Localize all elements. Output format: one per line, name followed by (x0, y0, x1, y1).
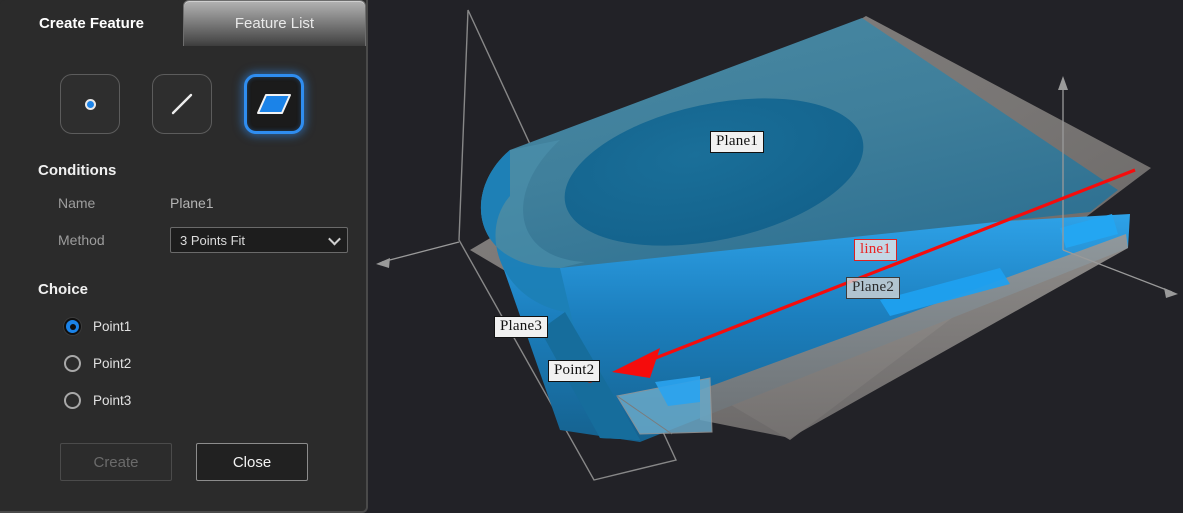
panel-body: Conditions Name Plane1 Method 3 Points F… (0, 46, 366, 481)
tab-create-feature[interactable]: Create Feature (0, 0, 183, 46)
feature-type-point-button[interactable] (60, 74, 120, 134)
panel-tabs: Create Feature Feature List (0, 0, 366, 46)
method-label: Method (58, 232, 105, 248)
tab-feature-list-label: Feature List (234, 15, 315, 32)
feature-type-selector (0, 46, 366, 134)
radio-icon-point1 (64, 318, 81, 335)
choice-option-point3[interactable]: Point3 (0, 392, 366, 409)
tab-create-feature-label: Create Feature (38, 14, 145, 32)
scene-label-point2[interactable]: Point2 (548, 360, 601, 382)
line-icon (171, 93, 193, 115)
application-root: Plane1 line1 Plane2 Plane3 Point2 Create… (0, 0, 1183, 513)
choice-option-point2-label: Point2 (93, 356, 132, 371)
scene-label-plane2[interactable]: Plane2 (846, 277, 901, 299)
point-icon (84, 98, 96, 110)
choice-option-point2[interactable]: Point2 (0, 355, 366, 372)
feature-type-plane-button[interactable] (244, 74, 304, 134)
name-value: Plane1 (170, 195, 214, 211)
feature-type-line-button[interactable] (152, 74, 212, 134)
radio-icon-point3 (64, 392, 81, 409)
scene-label-line1[interactable]: line1 (854, 239, 897, 261)
method-select[interactable]: 3 Points Fit (170, 227, 348, 253)
choice-option-point1[interactable]: Point1 (0, 318, 366, 335)
method-select-value: 3 Points Fit (180, 232, 246, 248)
create-feature-panel: Create Feature Feature List Conditions N… (0, 0, 368, 513)
method-field-row: Method 3 Points Fit (0, 227, 366, 253)
scene-label-plane3[interactable]: Plane3 (494, 316, 549, 338)
panel-action-buttons: Create Close (0, 443, 366, 481)
name-label: Name (58, 195, 96, 211)
scene-label-plane1[interactable]: Plane1 (710, 131, 765, 153)
create-button: Create (60, 443, 172, 481)
choice-heading: Choice (38, 281, 89, 298)
close-button-label: Close (232, 453, 272, 471)
conditions-heading: Conditions (38, 162, 117, 179)
choice-option-point3-label: Point3 (93, 393, 132, 408)
chevron-down-icon (328, 232, 341, 246)
create-button-label: Create (93, 453, 139, 471)
choice-option-point1-label: Point1 (93, 319, 132, 334)
name-field-row: Name Plane1 (0, 195, 366, 211)
plane-icon (257, 94, 291, 114)
close-button[interactable]: Close (196, 443, 308, 481)
radio-icon-point2 (64, 355, 81, 372)
tab-feature-list[interactable]: Feature List (183, 0, 366, 46)
